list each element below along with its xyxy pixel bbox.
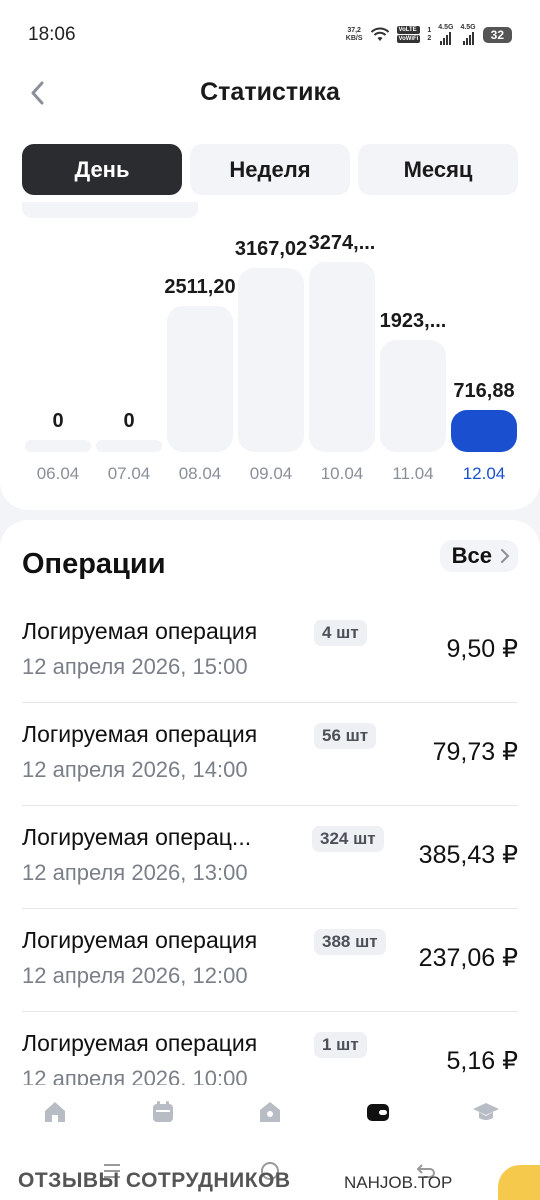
operation-row[interactable]: Логируемая операция 1 шт 12 апреля 2026,…	[22, 1012, 518, 1085]
operation-name: Логируемая операция	[22, 721, 258, 747]
operation-row[interactable]: Логируемая операц... 324 шт 12 апреля 20…	[22, 806, 518, 909]
operation-date: 12 апреля 2026, 15:00	[22, 654, 248, 679]
chart-date-label: 12.04	[462, 464, 506, 483]
all-operations-button[interactable]: Все	[439, 540, 518, 572]
volte-label: VoLTE	[396, 26, 421, 34]
nav-home[interactable]	[40, 1097, 70, 1127]
operation-qty-badge: 56 шт	[314, 723, 377, 749]
chart-value-label: 0	[123, 410, 135, 432]
sim2-label: 2	[427, 34, 432, 42]
nav-shop[interactable]	[255, 1097, 285, 1127]
operations-section: Операции Все Логируемая операция 4 шт 12…	[0, 520, 540, 1085]
chart-date-label: 06.04	[36, 464, 80, 483]
operations-title: Операции	[22, 548, 166, 580]
bottom-navigation	[0, 1085, 540, 1145]
calendar-icon	[153, 1101, 173, 1122]
nav-wallet[interactable]	[363, 1097, 393, 1127]
tab-day[interactable]: День	[22, 144, 182, 195]
operation-qty-badge: 324 шт	[312, 826, 384, 852]
network-speed-unit: KB/S	[345, 34, 363, 42]
operation-row[interactable]: Логируемая операция 388 шт 12 апреля 202…	[22, 909, 518, 1012]
chart-bar-07.04[interactable]	[96, 440, 162, 452]
operation-row[interactable]: Логируемая операция 56 шт 12 апреля 2026…	[22, 703, 518, 806]
tab-week[interactable]: Неделя	[190, 144, 350, 195]
operation-qty-badge: 388 шт	[314, 929, 386, 955]
chart-date-label: 11.04	[392, 464, 434, 483]
page-title: Статистика	[200, 78, 340, 106]
chart-date-label: 09.04	[249, 464, 293, 483]
vowifi-label: VoWiFi	[396, 35, 421, 43]
watermark-site: NAHJOB.TOP	[344, 1173, 453, 1192]
chevron-right-icon	[501, 549, 510, 563]
operation-date: 12 апреля 2026, 14:00	[22, 757, 248, 782]
sim1-label: 1	[427, 26, 432, 34]
chart-bar-08.04[interactable]	[167, 306, 233, 452]
signal-1-label: 4.5G	[438, 24, 454, 31]
signal-2-icon	[462, 31, 474, 45]
battery-icon: 32	[482, 26, 512, 43]
chart-bar-12.04[interactable]	[451, 410, 517, 452]
chart-bar-06.04[interactable]	[25, 440, 91, 452]
emoji-face-icon	[498, 1165, 540, 1200]
shop-icon	[260, 1102, 280, 1122]
operation-name: Логируемая операция	[22, 618, 258, 644]
network-speed-value: 37,2	[347, 26, 361, 34]
all-operations-label: Все	[451, 543, 492, 568]
system-navigation-bar: ОТЗЫВЫ СОТРУДНИКОВ NAHJOB.TOP	[0, 1145, 540, 1200]
signal-1-icon	[440, 31, 452, 45]
chart-bar-09.04[interactable]	[238, 268, 304, 452]
status-bar: 18:06 37,2 KB/S VoLTE VoWiFi 1 2 4.5G 4.…	[0, 0, 540, 62]
operation-amount: 5,16 ₽	[446, 1047, 518, 1075]
chart-bar-11.04[interactable]	[380, 340, 446, 452]
operation-date: 12 апреля 2026, 10:00	[22, 1066, 248, 1085]
chart-date-label: 10.04	[320, 464, 364, 483]
home-icon	[45, 1102, 65, 1122]
status-time: 18:06	[28, 24, 76, 45]
app-header: Статистика	[0, 62, 540, 142]
wifi-icon	[370, 27, 389, 41]
operation-name: Логируемая операц...	[22, 824, 252, 850]
bar-chart: 0 06.04 0 07.04 2511,20 08.04 3167,02 09.04 3274…	[0, 198, 540, 510]
operation-amount: 237,06 ₽	[418, 944, 518, 972]
operation-date: 12 апреля 2026, 12:00	[22, 963, 248, 988]
sim-labels: 1 2	[427, 27, 431, 43]
volte-indicator: VoLTE VoWiFi	[396, 26, 421, 43]
signal-1: 4.5G	[438, 24, 453, 45]
chart-scroll-indicator	[22, 202, 198, 218]
operation-amount: 79,73 ₽	[432, 738, 518, 766]
tab-month[interactable]: Месяц	[358, 144, 518, 195]
period-tabs: День Неделя Месяц	[0, 142, 540, 198]
signal-2-label: 4.5G	[460, 24, 476, 31]
chart-bar-10.04[interactable]	[309, 262, 375, 452]
network-speed: 37,2 KB/S	[346, 27, 363, 43]
watermark-text: ОТЗЫВЫ СОТРУДНИКОВ	[18, 1169, 291, 1192]
chart-value-label: 716,88	[453, 380, 515, 402]
nav-calendar[interactable]	[148, 1097, 178, 1127]
operation-qty-badge: 4 шт	[314, 620, 367, 646]
operation-amount: 385,43 ₽	[418, 841, 518, 869]
status-indicators: 37,2 KB/S VoLTE VoWiFi 1 2 4.5G 4.5G 32	[346, 24, 512, 45]
operation-amount: 9,50 ₽	[446, 635, 518, 663]
chart-value-label: 3274,...	[308, 232, 376, 254]
nav-education[interactable]	[471, 1097, 501, 1127]
graduation-cap-icon	[473, 1103, 499, 1120]
operation-date: 12 апреля 2026, 13:00	[22, 860, 248, 885]
operation-row[interactable]: Логируемая операция 4 шт 12 апреля 2026,…	[22, 600, 518, 703]
chart-value-label: 1923,...	[379, 310, 447, 333]
chart-date-label: 07.04	[107, 464, 151, 483]
chart-date-label: 08.04	[178, 464, 222, 483]
wallet-icon	[367, 1104, 389, 1121]
operation-name: Логируемая операция	[22, 927, 258, 953]
chart-value-label: 2511,20	[164, 276, 236, 299]
operation-name: Логируемая операция	[22, 1030, 258, 1056]
signal-2: 4.5G	[460, 24, 476, 45]
operation-qty-badge: 1 шт	[314, 1032, 367, 1058]
